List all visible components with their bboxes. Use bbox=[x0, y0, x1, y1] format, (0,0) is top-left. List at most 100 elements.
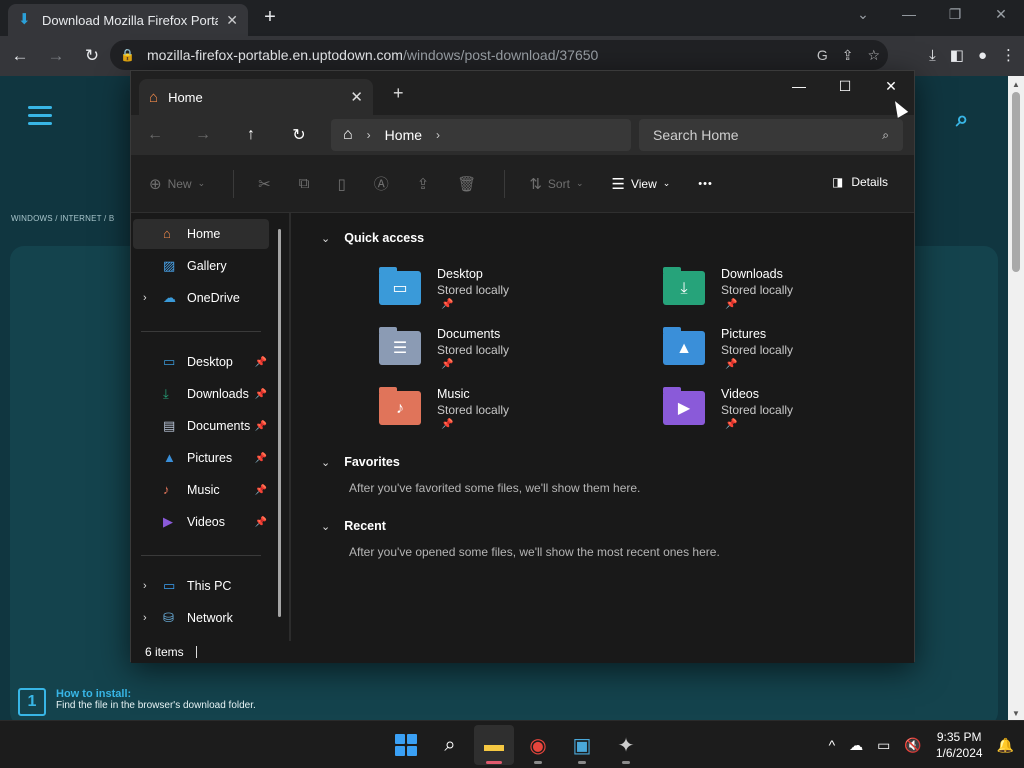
close-tab-icon[interactable]: ✕ bbox=[350, 88, 363, 106]
quick-access-desktop[interactable]: ▭ Desktop Stored locally 📌 bbox=[379, 267, 599, 323]
network-status-icon[interactable]: ▭ bbox=[877, 737, 890, 754]
site-search-icon[interactable]: ⌕ bbox=[956, 106, 968, 132]
divider bbox=[504, 169, 506, 198]
system-clock[interactable]: 9:35 PM 1/6/2024 bbox=[936, 729, 983, 761]
pin-icon: 📌 bbox=[725, 419, 738, 430]
browser-tab[interactable]: ⬇ Download Mozilla Firefox Portable ✕ bbox=[8, 4, 248, 36]
quick-access-header[interactable]: ⌄ Quick access bbox=[321, 231, 424, 245]
explorer-tab-title: Home bbox=[168, 89, 203, 105]
details-pane-button[interactable]: ◨ Details bbox=[832, 175, 888, 189]
delete-button[interactable]: 🗑 bbox=[457, 175, 476, 193]
chevron-right-icon[interactable]: › bbox=[367, 128, 371, 142]
taskbar-chrome[interactable]: ◉ bbox=[518, 725, 558, 765]
scroll-thumb[interactable] bbox=[1012, 92, 1020, 272]
sidebar-item-desktop[interactable]: ▭ Desktop 📌 bbox=[133, 347, 269, 377]
download-icon[interactable]: ⤓ bbox=[929, 47, 936, 64]
volume-muted-icon[interactable]: 🔇 bbox=[904, 737, 921, 754]
chevron-right-icon[interactable]: › bbox=[436, 128, 440, 142]
profile-icon[interactable]: ● bbox=[978, 47, 987, 64]
refresh-icon[interactable]: ↻ bbox=[275, 125, 323, 145]
address-bar[interactable]: 🔒 mozilla-firefox-portable.en.uptodown.c… bbox=[110, 40, 888, 70]
chevron-right-icon[interactable]: › bbox=[143, 292, 147, 304]
new-tab-button[interactable]: + bbox=[258, 6, 282, 30]
share-button[interactable]: ⇪ bbox=[417, 175, 430, 193]
sidebar-item-home[interactable]: ⌂ Home bbox=[133, 219, 269, 249]
quick-access-downloads[interactable]: ⤓ Downloads Stored locally 📌 bbox=[663, 267, 883, 323]
sidebar-item-videos[interactable]: ▶ Videos 📌 bbox=[133, 507, 269, 537]
home-icon[interactable]: ⌂ bbox=[343, 126, 353, 144]
paste-button[interactable]: ▯ bbox=[337, 175, 345, 193]
chevron-right-icon[interactable]: › bbox=[143, 580, 147, 592]
close-button[interactable]: ✕ bbox=[868, 71, 914, 101]
side-panel-icon[interactable]: ◧ bbox=[950, 46, 964, 64]
back-icon[interactable]: ← bbox=[4, 40, 36, 72]
sidebar-item-documents[interactable]: ▤ Documents 📌 bbox=[133, 411, 269, 441]
chevron-down-icon[interactable]: ⌄ bbox=[321, 520, 330, 533]
quick-access-documents[interactable]: ☰ Documents Stored locally 📌 bbox=[379, 327, 599, 383]
lock-icon[interactable]: 🔒 bbox=[120, 48, 135, 62]
scroll-down-icon[interactable]: ▼ bbox=[1008, 709, 1024, 718]
close-tab-icon[interactable]: ✕ bbox=[226, 12, 238, 29]
start-button[interactable] bbox=[386, 725, 426, 765]
taskbar-search-button[interactable]: ⌕ bbox=[430, 725, 470, 765]
search-icon[interactable]: ⌕ bbox=[882, 128, 889, 143]
minimize-button[interactable]: — bbox=[886, 0, 932, 30]
minimize-button[interactable]: — bbox=[776, 71, 822, 101]
url-text[interactable]: mozilla-firefox-portable.en.uptodown.com… bbox=[147, 47, 598, 63]
command-bar: ⊕ New ⌄ ✂ ⧉ ▯ Ⓐ ⇪ 🗑 ⇅ Sort ⌄ ☰ View ⌄ ••• ◨ Det… bbox=[131, 155, 914, 213]
scroll-up-icon[interactable]: ▲ bbox=[1008, 80, 1024, 89]
maximize-button[interactable]: ☐ bbox=[822, 71, 868, 101]
cut-button[interactable]: ✂ bbox=[258, 175, 271, 193]
sidebar-item-this-pc[interactable]: › ▭ This PC bbox=[133, 571, 269, 601]
copy-button[interactable]: ⧉ bbox=[299, 175, 310, 192]
onedrive-offline-icon[interactable]: ☁ bbox=[849, 737, 863, 754]
reload-icon[interactable]: ↻ bbox=[76, 40, 108, 72]
favorites-header[interactable]: ⌄ Favorites bbox=[321, 455, 400, 469]
explorer-title-bar[interactable]: ⌂ Home ✕ + — ☐ ✕ bbox=[131, 71, 914, 115]
restore-button[interactable]: ❐ bbox=[932, 0, 978, 30]
tab-search-icon[interactable]: ⌄ bbox=[840, 0, 886, 30]
taskbar-file-explorer[interactable]: ▬ bbox=[474, 725, 514, 765]
rename-icon: Ⓐ bbox=[373, 176, 389, 193]
chevron-right-icon[interactable]: › bbox=[143, 612, 147, 624]
forward-icon[interactable]: → bbox=[179, 126, 227, 144]
taskbar-game-app[interactable]: ✦ bbox=[606, 725, 646, 765]
sidebar-item-downloads[interactable]: ⤓ Downloads 📌 bbox=[133, 379, 269, 409]
recent-header[interactable]: ⌄ Recent bbox=[321, 519, 386, 533]
hamburger-menu-icon[interactable] bbox=[28, 106, 52, 130]
sidebar-item-onedrive[interactable]: › ☁ OneDrive bbox=[133, 283, 269, 313]
sort-button[interactable]: ⇅ Sort ⌄ bbox=[529, 175, 583, 193]
sidebar-item-network[interactable]: › ⛁ Network bbox=[133, 603, 269, 633]
sidebar-item-pictures[interactable]: ▲ Pictures 📌 bbox=[133, 443, 269, 473]
notification-bell-icon[interactable]: 🔔 bbox=[997, 737, 1014, 754]
menu-dots-icon[interactable]: ⋮ bbox=[1001, 46, 1016, 64]
sidebar-item-gallery[interactable]: ▨ Gallery bbox=[133, 251, 269, 281]
bookmark-star-icon[interactable]: ☆ bbox=[867, 47, 880, 64]
more-options-button[interactable]: ••• bbox=[698, 178, 713, 190]
quick-access-pictures[interactable]: ▲ Pictures Stored locally 📌 bbox=[663, 327, 883, 383]
breadcrumb-home[interactable]: Home bbox=[385, 127, 422, 143]
chevron-down-icon[interactable]: ⌄ bbox=[321, 232, 330, 245]
sidebar-scrollbar[interactable] bbox=[278, 229, 281, 617]
explorer-tab-home[interactable]: ⌂ Home ✕ bbox=[139, 79, 373, 115]
search-input[interactable]: Search Home ⌕ bbox=[639, 119, 903, 151]
page-scrollbar[interactable]: ▲ ▼ bbox=[1008, 76, 1024, 720]
view-button[interactable]: ☰ View ⌄ bbox=[611, 175, 670, 193]
chevron-up-icon[interactable]: ^ bbox=[829, 737, 836, 753]
new-tab-button[interactable]: + bbox=[393, 83, 404, 104]
quick-access-videos[interactable]: ▶ Videos Stored locally 📌 bbox=[663, 387, 883, 443]
sidebar-item-music[interactable]: ♪ Music 📌 bbox=[133, 475, 269, 505]
up-icon[interactable]: ↑ bbox=[227, 126, 275, 144]
share-icon[interactable]: ⇪ bbox=[842, 47, 854, 64]
close-window-button[interactable]: ✕ bbox=[978, 0, 1024, 30]
quick-access-music[interactable]: ♪ Music Stored locally 📌 bbox=[379, 387, 599, 443]
taskbar-app[interactable]: ▣ bbox=[562, 725, 602, 765]
forward-icon[interactable]: → bbox=[40, 40, 72, 72]
google-icon[interactable]: G bbox=[817, 47, 828, 63]
address-breadcrumb[interactable]: ⌂ › Home › bbox=[331, 119, 631, 151]
rename-button[interactable]: Ⓐ bbox=[374, 173, 389, 194]
text-caret bbox=[195, 646, 197, 658]
new-button[interactable]: ⊕ New ⌄ bbox=[149, 175, 205, 193]
chevron-down-icon[interactable]: ⌄ bbox=[321, 456, 330, 469]
back-icon[interactable]: ← bbox=[131, 126, 179, 144]
